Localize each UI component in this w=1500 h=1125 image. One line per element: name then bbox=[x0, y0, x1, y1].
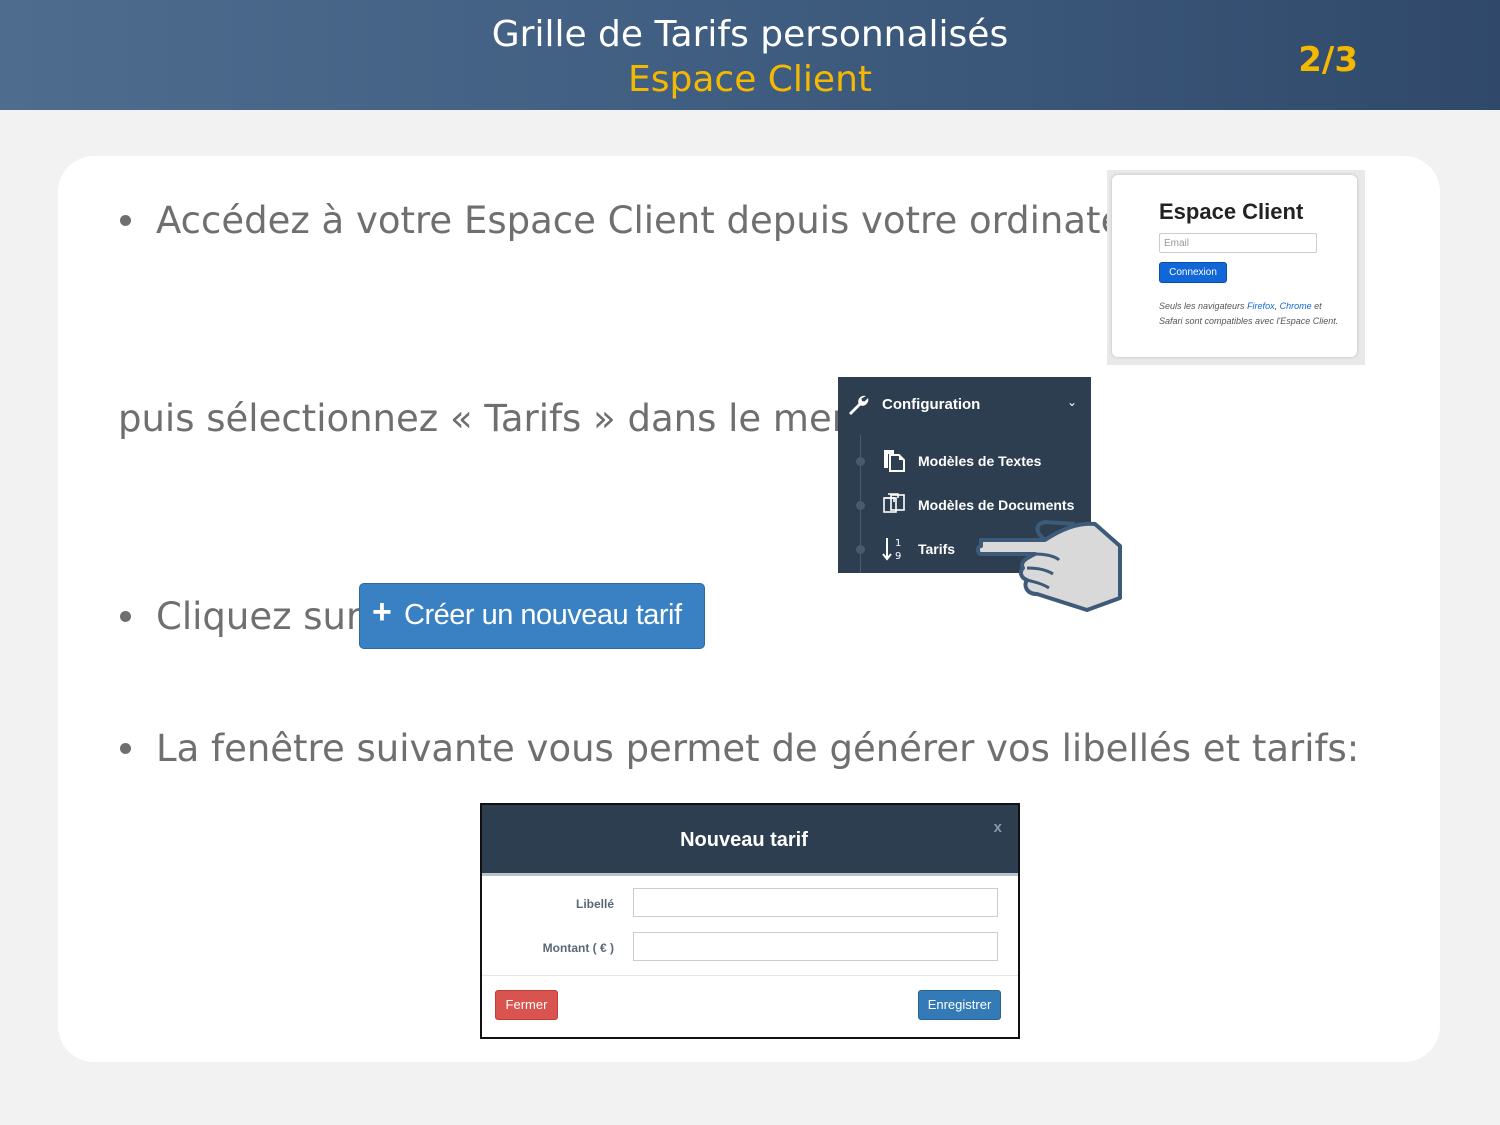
modal-header: Nouveau tarif x bbox=[482, 805, 1018, 873]
enregistrer-button[interactable]: Enregistrer bbox=[918, 990, 1001, 1020]
firefox-link[interactable]: Firefox bbox=[1247, 301, 1275, 311]
create-tarif-button[interactable]: + Créer un nouveau tarif bbox=[359, 583, 705, 649]
step-1-continuation: puis sélectionnez « Tarifs » dans le men… bbox=[118, 397, 903, 440]
connexion-button[interactable]: Connexion bbox=[1159, 262, 1227, 283]
sidebar-item-label: Modèles de Textes bbox=[918, 453, 1042, 469]
step-1-text: Accédez à votre Espace Client depuis vot… bbox=[156, 199, 1174, 242]
chevron-down-icon: ⌄ bbox=[1066, 395, 1077, 409]
menu-tree-dot bbox=[856, 501, 865, 510]
menu-configuration[interactable]: Configuration ⌄ bbox=[838, 391, 1091, 419]
libelle-input[interactable] bbox=[633, 888, 998, 917]
create-tarif-label: Créer un nouveau tarif bbox=[404, 599, 682, 631]
document-stack-icon bbox=[882, 448, 906, 477]
email-field[interactable]: Email bbox=[1159, 233, 1317, 253]
sidebar-item-label: Tarifs bbox=[918, 541, 956, 557]
bullet-1 bbox=[120, 215, 131, 226]
slide-subtitle: Espace Client bbox=[627, 59, 873, 100]
login-panel-screenshot: Espace Client Email Connexion Seuls les … bbox=[1107, 170, 1365, 365]
fermer-button[interactable]: Fermer bbox=[495, 990, 558, 1020]
slide-title: Grille de Tarifs personnalisés bbox=[491, 14, 1009, 55]
modal-title: Nouveau tarif bbox=[680, 829, 808, 851]
login-title: Espace Client bbox=[1159, 199, 1304, 224]
note-prefix: Seuls les navigateurs bbox=[1159, 301, 1248, 311]
step-2-text: Cliquez sur bbox=[156, 595, 362, 638]
modal-divider bbox=[482, 873, 1018, 876]
close-icon[interactable]: x bbox=[994, 819, 1002, 836]
sort-numeric-icon: 19 bbox=[882, 536, 906, 567]
modal-footer-divider bbox=[482, 975, 1018, 976]
menu-tree-dot bbox=[856, 457, 865, 466]
svg-text:1: 1 bbox=[895, 538, 901, 549]
page-indicator: 2/3 bbox=[1298, 40, 1358, 80]
browser-compat-note: Seuls les navigateurs Firefox, Chrome et… bbox=[1159, 299, 1339, 329]
step-3-text: La fenêtre suivante vous permet de génér… bbox=[156, 727, 1360, 770]
nouveau-tarif-modal: Nouveau tarif x Libellé Montant ( € ) Fe… bbox=[480, 803, 1020, 1039]
svg-text:9: 9 bbox=[895, 551, 901, 562]
bullet-3 bbox=[120, 743, 131, 754]
montant-label: Montant ( € ) bbox=[542, 941, 614, 955]
chrome-link[interactable]: Chrome bbox=[1280, 301, 1312, 311]
plus-icon: + bbox=[372, 593, 392, 631]
bullet-2 bbox=[120, 611, 131, 622]
wrench-icon bbox=[846, 393, 870, 422]
pointing-hand-icon bbox=[975, 510, 1125, 619]
menu-tree-dot bbox=[856, 545, 865, 554]
documents-copy-icon bbox=[882, 492, 906, 521]
slide-header: Grille de Tarifs personnalisés Espace Cl… bbox=[0, 0, 1500, 110]
sidebar-item-modeles-textes[interactable]: Modèles de Textes bbox=[882, 448, 1087, 474]
menu-configuration-label: Configuration bbox=[882, 396, 981, 413]
login-card: Espace Client Email Connexion Seuls les … bbox=[1112, 175, 1357, 357]
montant-input[interactable] bbox=[633, 932, 998, 961]
libelle-label: Libellé bbox=[575, 897, 614, 911]
